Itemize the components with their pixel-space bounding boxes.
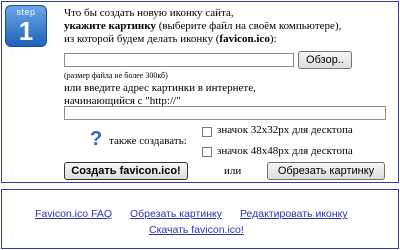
create-favicon-panel: step 1 Что бы создать новую иконку сайта… [1, 1, 399, 183]
crop-image-link[interactable]: Обрезать картинку [130, 208, 222, 220]
instruction-line-1: Что бы создать новую иконку сайта, [64, 7, 234, 19]
step-badge: step 1 [5, 5, 47, 47]
links-panel: Favicon.ico FAQ Обрезать картинку Редакт… [1, 189, 399, 249]
instruction-post: ): [269, 33, 277, 45]
icon-48-label: значок 48x48px для десктопа [217, 145, 353, 157]
create-favicon-button[interactable]: Создать favicon.ico! [64, 162, 188, 180]
instruction-line-3: из которой будем делать иконку (favicon.… [64, 33, 277, 45]
instruction-emphasis: укажите картинку [64, 20, 156, 32]
also-create-label: также создавать: [109, 135, 187, 147]
favicon-ico-text: favicon.ico [219, 33, 270, 45]
checkbox-icon-32[interactable] [202, 127, 212, 137]
instruction-line-2: укажите картинку (выберите файл на своём… [64, 20, 341, 32]
checkbox-icon-48[interactable] [202, 147, 212, 157]
file-path-input[interactable] [64, 53, 294, 67]
url-instruction-line-1: или введите адрес картинки в интернете, [64, 82, 256, 94]
crop-image-button[interactable]: Обрезать картинку [267, 162, 385, 180]
image-url-input[interactable] [64, 106, 386, 120]
edit-icon-link[interactable]: Редактировать иконку [240, 208, 348, 220]
faq-link[interactable]: Favicon.ico FAQ [35, 208, 112, 220]
step-number: 1 [18, 16, 34, 46]
help-icon[interactable]: ? [90, 129, 102, 149]
file-size-note: (размер файла не более 300кб) [64, 71, 168, 80]
icon-32-label: значок 32x32px для десктопа [217, 124, 353, 136]
or-label: или [224, 165, 242, 177]
instruction-pre: из которой будем делать иконку ( [64, 33, 220, 45]
browse-button[interactable]: Обзор.. [298, 51, 352, 69]
instruction-rest: (выберите файл на своём компьютере), [155, 20, 342, 32]
download-favicon-link[interactable]: Скачать favicon.ico! [149, 224, 244, 236]
